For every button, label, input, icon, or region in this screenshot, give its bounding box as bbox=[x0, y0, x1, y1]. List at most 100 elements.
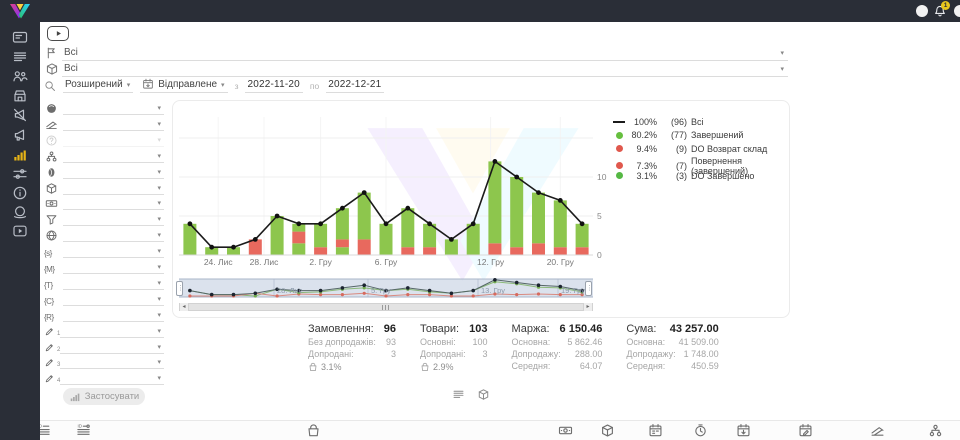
stat-sub-value: 93 bbox=[386, 337, 396, 347]
ramp-icon bbox=[44, 118, 59, 131]
search-mode-select[interactable]: Розширений bbox=[63, 79, 133, 93]
brush-scrollbar[interactable]: ◂ ▸ bbox=[179, 303, 593, 311]
sidebar-item-globe-support[interactable] bbox=[12, 204, 28, 220]
pen-icon bbox=[44, 356, 55, 369]
toolbar-calendar-send-icon[interactable] bbox=[736, 423, 751, 438]
sidebar-item-store[interactable] bbox=[12, 88, 28, 104]
brush-right-handle[interactable]: ⋮ bbox=[585, 281, 592, 296]
chevron-down-icon bbox=[127, 82, 131, 90]
svg-text:6. Гру: 6. Гру bbox=[375, 257, 398, 267]
date-type-value: Відправлене bbox=[158, 79, 217, 90]
toolbar-calendar-edit-icon[interactable] bbox=[798, 423, 813, 438]
toolbar-package-icon[interactable] bbox=[600, 423, 615, 438]
sidebar-item-megaphone-muted[interactable] bbox=[12, 107, 28, 123]
filter-select-input[interactable] bbox=[60, 372, 164, 385]
legend-percent: 3.1% bbox=[627, 171, 661, 181]
toolbar-banknote-icon[interactable] bbox=[558, 423, 573, 438]
date-from-input[interactable]: 2022-11-20 bbox=[245, 79, 302, 93]
sidebar-item-users[interactable] bbox=[12, 68, 28, 84]
select-input[interactable]: Всі bbox=[62, 47, 788, 61]
avatar[interactable] bbox=[916, 5, 928, 17]
toolbar-bag-icon[interactable] bbox=[306, 423, 321, 438]
legend-percent: 9.4% bbox=[627, 144, 661, 154]
orders-stacked-bar-chart[interactable]: 24. Лис28. Лис2. Гру6. Гру12. Гру20. Гру bbox=[179, 107, 593, 269]
filter-select-input[interactable] bbox=[63, 150, 164, 163]
date-type-select[interactable]: Відправлене bbox=[140, 78, 227, 93]
package-icon[interactable] bbox=[477, 388, 490, 401]
filter-select-input[interactable] bbox=[63, 182, 164, 195]
search-filter-row: Розширений Відправлене з 2022-11-20 по 2… bbox=[44, 76, 384, 93]
legend-label: DO Завершено bbox=[691, 171, 789, 181]
toolbar-clock-icon[interactable] bbox=[693, 423, 708, 438]
filter-select-input[interactable] bbox=[63, 213, 164, 226]
filter-row: {R} bbox=[44, 307, 164, 322]
filter-select-input[interactable] bbox=[63, 293, 164, 306]
stat-title-row: Сума:43 257.00 bbox=[626, 323, 718, 335]
rows-icon bbox=[12, 49, 28, 65]
globe-icon bbox=[44, 229, 59, 242]
apply-filters-button[interactable]: Застосувати bbox=[63, 388, 145, 405]
chevron-down-icon bbox=[157, 312, 161, 320]
filter-row bbox=[44, 227, 164, 242]
sidebar-item-panel[interactable] bbox=[12, 29, 28, 45]
crm-analytics-page: 1 ВсіВсі bbox=[0, 0, 960, 440]
filter-select-input[interactable] bbox=[63, 166, 164, 179]
filter-select-input[interactable] bbox=[63, 102, 164, 115]
filter-select-input[interactable] bbox=[63, 309, 164, 322]
legend-item[interactable]: 80.2%(77)Завершений bbox=[611, 129, 789, 143]
svg-text:2. Гру: 2. Гру bbox=[309, 257, 332, 267]
toolbar-calendar-icon[interactable] bbox=[648, 423, 663, 438]
search-icon[interactable] bbox=[44, 80, 56, 93]
stat-sub-row: Основна: 41 509.00 bbox=[626, 337, 718, 347]
legend-item[interactable]: 9.4%(9)DO Возврат склад bbox=[611, 142, 789, 156]
sidebar-item-rows[interactable] bbox=[12, 49, 28, 65]
brand-logo[interactable] bbox=[7, 2, 33, 20]
svg-text:28. Лис: 28. Лис bbox=[250, 257, 280, 267]
filter-select-input[interactable] bbox=[60, 325, 164, 338]
package-icon bbox=[45, 62, 59, 76]
stat-title-row: Маржа:6 150.46 bbox=[511, 323, 602, 335]
date-to-input[interactable]: 2022-12-21 bbox=[326, 79, 384, 93]
filter-row bbox=[44, 148, 164, 163]
chevron-down-icon bbox=[157, 121, 161, 129]
play-help-button[interactable] bbox=[47, 26, 69, 41]
chevron-down-icon bbox=[157, 153, 161, 161]
stat-sub-label: Основна: bbox=[626, 337, 665, 347]
filter-select-input[interactable] bbox=[63, 229, 164, 242]
bag-icon bbox=[306, 423, 321, 438]
avatar-partial[interactable] bbox=[954, 5, 960, 17]
stat-sub-value: 41 509.00 bbox=[679, 337, 719, 347]
sidebar-item-sliders[interactable] bbox=[12, 166, 28, 182]
filter-select-input[interactable] bbox=[63, 245, 164, 258]
rows-icon[interactable] bbox=[452, 388, 465, 401]
filter-select-input[interactable] bbox=[60, 341, 164, 354]
svg-text:28. Лис: 28. Лис bbox=[277, 286, 303, 295]
scroll-right-arrow[interactable]: ▸ bbox=[583, 303, 592, 311]
stat-sub-value: 64.07 bbox=[580, 361, 603, 371]
legend-item[interactable]: 3.1%(3)DO Завершено bbox=[611, 169, 789, 183]
brush-left-handle[interactable]: ⋮ bbox=[176, 281, 183, 296]
toolbar-id-link-icon[interactable]: ID bbox=[76, 423, 91, 438]
sidebar-item-play-tile[interactable] bbox=[12, 223, 28, 239]
sidebar-item-chart[interactable] bbox=[12, 147, 28, 163]
filter-select-input[interactable] bbox=[63, 118, 164, 131]
select-input[interactable]: Всі bbox=[62, 63, 788, 77]
globe-support-icon bbox=[12, 204, 28, 220]
sidebar-item-info[interactable] bbox=[12, 185, 28, 201]
legend-item[interactable]: 100%(96)Всі bbox=[611, 115, 789, 129]
toolbar-hierarchy-icon[interactable] bbox=[928, 423, 943, 438]
calendar-send-icon bbox=[736, 423, 751, 438]
timeline-brush-chart[interactable]: 28. Лис5. Гру13. Гру19. Гру bbox=[179, 277, 593, 301]
scroll-left-arrow[interactable]: ◂ bbox=[180, 303, 189, 311]
filter-select-input[interactable] bbox=[63, 277, 164, 290]
stat-column: Сума:43 257.00Основна:41 509.00Допродажу… bbox=[626, 323, 718, 372]
filter-select-input[interactable] bbox=[63, 261, 164, 274]
filter-select-input[interactable] bbox=[63, 197, 164, 210]
sidebar-item-megaphone[interactable] bbox=[12, 127, 28, 143]
help-icon bbox=[44, 134, 59, 147]
scroll-grip[interactable] bbox=[382, 305, 391, 310]
filter-select-input[interactable] bbox=[60, 356, 164, 369]
chevron-down-icon bbox=[157, 344, 161, 352]
toolbar-ramp-icon[interactable] bbox=[870, 423, 885, 438]
legend-item[interactable]: 7.3%(7)Повернення (завершений) bbox=[611, 156, 789, 170]
